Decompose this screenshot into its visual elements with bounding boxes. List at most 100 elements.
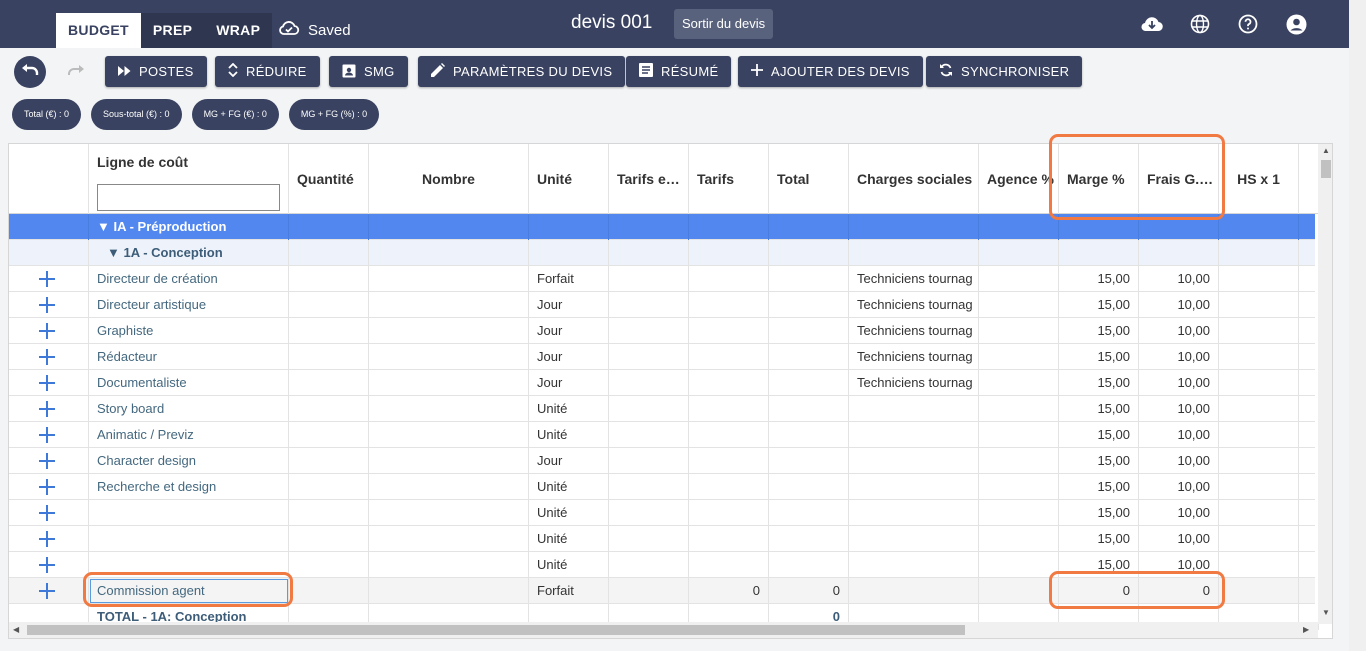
header-number[interactable]: Nombre [369,144,529,214]
empty-cell[interactable] [369,292,529,318]
empty-cell[interactable] [979,500,1059,526]
cost-line-cell[interactable]: Graphiste [89,318,289,344]
empty-cell[interactable] [769,526,849,552]
empty-cell[interactable] [289,214,369,240]
cost-line-cell[interactable]: Character design [89,448,289,474]
margin-cell[interactable]: 15,00 [1059,396,1139,422]
empty-cell[interactable] [1219,526,1299,552]
social-charges-cell[interactable] [849,422,979,448]
unit-cell[interactable]: Jour [529,318,609,344]
empty-cell[interactable] [689,396,769,422]
header-unit[interactable]: Unité [529,144,609,214]
unit-cell[interactable]: Forfait [529,578,609,604]
empty-cell[interactable] [979,448,1059,474]
empty-cell[interactable] [769,474,849,500]
empty-cell[interactable] [979,396,1059,422]
empty-cell[interactable] [769,214,849,240]
empty-cell[interactable] [849,578,979,604]
unit-cell[interactable]: Jour [529,292,609,318]
unit-cell[interactable]: Jour [529,370,609,396]
exit-quote-button[interactable]: Sortir du devis [674,9,774,39]
empty-cell[interactable] [369,240,529,266]
subgroup-label[interactable]: ▼ 1A - Conception [89,240,289,266]
empty-cell[interactable] [1299,370,1319,396]
header-rates-e[interactable]: Tarifs e… [609,144,689,214]
empty-cell[interactable] [369,578,529,604]
empty-cell[interactable] [1299,448,1319,474]
header-total[interactable]: Total [769,144,849,214]
social-charges-cell[interactable] [849,448,979,474]
empty-cell[interactable] [289,370,369,396]
empty-cell[interactable] [609,214,689,240]
rates-cell[interactable]: 0 [689,578,769,604]
empty-cell[interactable] [369,344,529,370]
social-charges-cell[interactable] [849,552,979,578]
empty-cell[interactable] [1219,422,1299,448]
overhead-cell[interactable]: 10,00 [1139,318,1219,344]
empty-cell[interactable] [609,422,689,448]
empty-cell[interactable] [609,500,689,526]
unit-cell[interactable]: Unité [529,396,609,422]
empty-cell[interactable] [849,240,979,266]
unit-cell[interactable]: Jour [529,344,609,370]
reduce-button[interactable]: RÉDUIRE [215,56,320,87]
empty-cell[interactable] [609,292,689,318]
empty-cell[interactable] [369,214,529,240]
horizontal-scroll-thumb[interactable] [27,625,965,635]
margin-cell[interactable]: 15,00 [1059,344,1139,370]
empty-cell[interactable] [1299,526,1319,552]
empty-cell[interactable] [289,552,369,578]
empty-cell[interactable] [1219,552,1299,578]
globe-icon[interactable] [1188,12,1212,36]
margin-cell[interactable]: 15,00 [1059,422,1139,448]
social-charges-cell[interactable]: Techniciens tournag [849,318,979,344]
overhead-cell[interactable]: 10,00 [1139,474,1219,500]
empty-cell[interactable] [979,318,1059,344]
add-row-icon[interactable] [39,271,55,287]
cost-line-cell[interactable] [89,526,289,552]
social-charges-cell[interactable]: Techniciens tournag [849,370,979,396]
empty-cell[interactable] [979,214,1059,240]
empty-cell[interactable] [369,422,529,448]
margin-cell[interactable]: 15,00 [1059,474,1139,500]
margin-cell[interactable]: 15,00 [1059,448,1139,474]
empty-cell[interactable] [689,422,769,448]
empty-cell[interactable] [609,370,689,396]
unit-cell[interactable]: Unité [529,500,609,526]
empty-cell[interactable] [689,552,769,578]
empty-cell[interactable] [1299,214,1319,240]
empty-cell[interactable] [1219,578,1299,604]
unit-cell[interactable]: Jour [529,448,609,474]
empty-cell[interactable] [609,448,689,474]
overhead-cell[interactable]: 10,00 [1139,292,1219,318]
empty-cell[interactable] [979,344,1059,370]
cost-line-cell[interactable] [89,500,289,526]
empty-cell[interactable] [979,292,1059,318]
empty-cell[interactable] [289,396,369,422]
empty-cell[interactable] [9,240,89,266]
unit-cell[interactable]: Unité [529,552,609,578]
social-charges-cell[interactable]: Techniciens tournag [849,266,979,292]
redo-button[interactable] [60,56,92,88]
empty-cell[interactable] [769,292,849,318]
social-charges-cell[interactable] [849,500,979,526]
header-agency-percent[interactable]: Agence % [979,144,1059,214]
summary-button[interactable]: RÉSUMÉ [626,56,732,87]
cloud-download-icon[interactable] [1140,12,1164,36]
cost-line-filter-input[interactable] [97,184,280,211]
empty-cell[interactable] [1219,292,1299,318]
empty-cell[interactable] [689,240,769,266]
cost-line-cell[interactable]: Directeur de création [89,266,289,292]
add-row-icon[interactable] [39,401,55,417]
empty-cell[interactable] [1219,500,1299,526]
undo-button[interactable] [14,56,46,88]
empty-cell[interactable] [1299,396,1319,422]
empty-cell[interactable] [289,318,369,344]
empty-cell[interactable] [1139,240,1219,266]
empty-cell[interactable] [769,500,849,526]
margin-cell[interactable]: 15,00 [1059,292,1139,318]
empty-cell[interactable] [1299,474,1319,500]
add-row-icon[interactable] [39,583,55,599]
horizontal-scrollbar[interactable]: ◀ ▶ [9,622,1318,638]
empty-cell[interactable] [369,318,529,344]
